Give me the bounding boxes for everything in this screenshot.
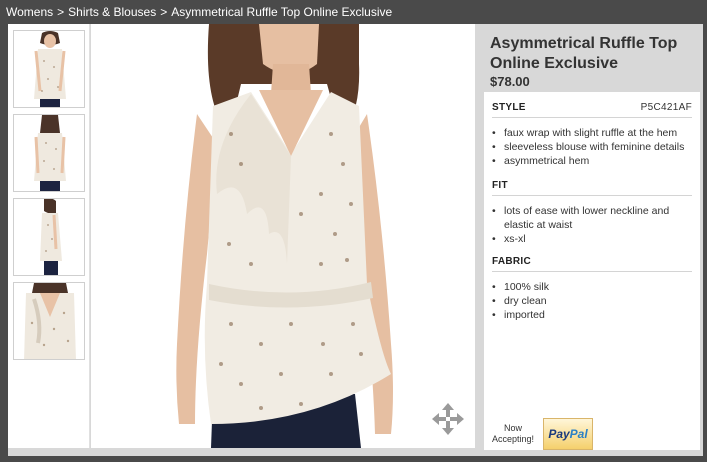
- fit-list: lots of ease with lower neckline and ela…: [492, 204, 697, 246]
- style-list: faux wrap with slight ruffle at the hem …: [492, 126, 697, 168]
- list-item: asymmetrical hem: [492, 154, 697, 168]
- paypal-logo[interactable]: PayPal: [543, 418, 593, 450]
- fit-heading-label: FIT: [492, 180, 508, 191]
- section-style-heading: STYLE P5C421AF: [492, 102, 692, 118]
- thumbnail-back[interactable]: [13, 114, 85, 192]
- thumbnail-side[interactable]: [13, 198, 85, 276]
- style-code: P5C421AF: [640, 102, 692, 113]
- product-info-panel: Asymmetrical Ruffle Top Online Exclusive…: [476, 24, 703, 456]
- section-fit-heading: FIT: [492, 180, 692, 196]
- zoom-move-icon[interactable]: [431, 402, 465, 436]
- list-item: xs-xl: [492, 232, 697, 246]
- list-item: imported: [492, 308, 697, 322]
- list-item: sleeveless blouse with feminine details: [492, 140, 697, 154]
- section-fabric-heading: FABRIC: [492, 256, 692, 272]
- list-item: faux wrap with slight ruffle at the hem: [492, 126, 697, 140]
- fabric-heading-label: FABRIC: [492, 256, 532, 267]
- breadcrumb-current: Asymmetrical Ruffle Top Online Exclusive: [171, 5, 393, 19]
- fabric-list: 100% silk dry clean imported: [492, 280, 697, 322]
- thumbnail-front[interactable]: [13, 30, 85, 108]
- paypal-pal-text: Pal: [569, 427, 588, 441]
- breadcrumb: Womens > Shirts & Blouses > Asymmetrical Ruf…: [0, 0, 707, 24]
- product-frame: Asymmetrical Ruffle Top Online Exclusive…: [8, 24, 703, 456]
- paypal-pay-text: Pay: [548, 427, 570, 441]
- product-details: STYLE P5C421AF faux wrap with slight ruf…: [484, 92, 700, 450]
- thumbnail-detail[interactable]: [13, 282, 85, 360]
- list-item: 100% silk: [492, 280, 697, 294]
- product-title: Asymmetrical Ruffle Top Online Exclusive: [490, 35, 678, 72]
- list-item: dry clean: [492, 294, 697, 308]
- breadcrumb-link-womens[interactable]: Womens: [6, 5, 53, 19]
- list-item: lots of ease with lower neckline and ela…: [492, 204, 697, 232]
- breadcrumb-separator: >: [160, 5, 168, 19]
- now-accepting-text: Now Accepting!: [491, 423, 535, 444]
- breadcrumb-link-shirts-blouses[interactable]: Shirts & Blouses: [68, 5, 156, 19]
- thumbnail-strip: [8, 24, 90, 448]
- breadcrumb-separator: >: [57, 5, 65, 19]
- main-product-image[interactable]: [91, 24, 475, 448]
- product-price: $78.00: [490, 74, 530, 89]
- style-heading-label: STYLE: [492, 102, 526, 113]
